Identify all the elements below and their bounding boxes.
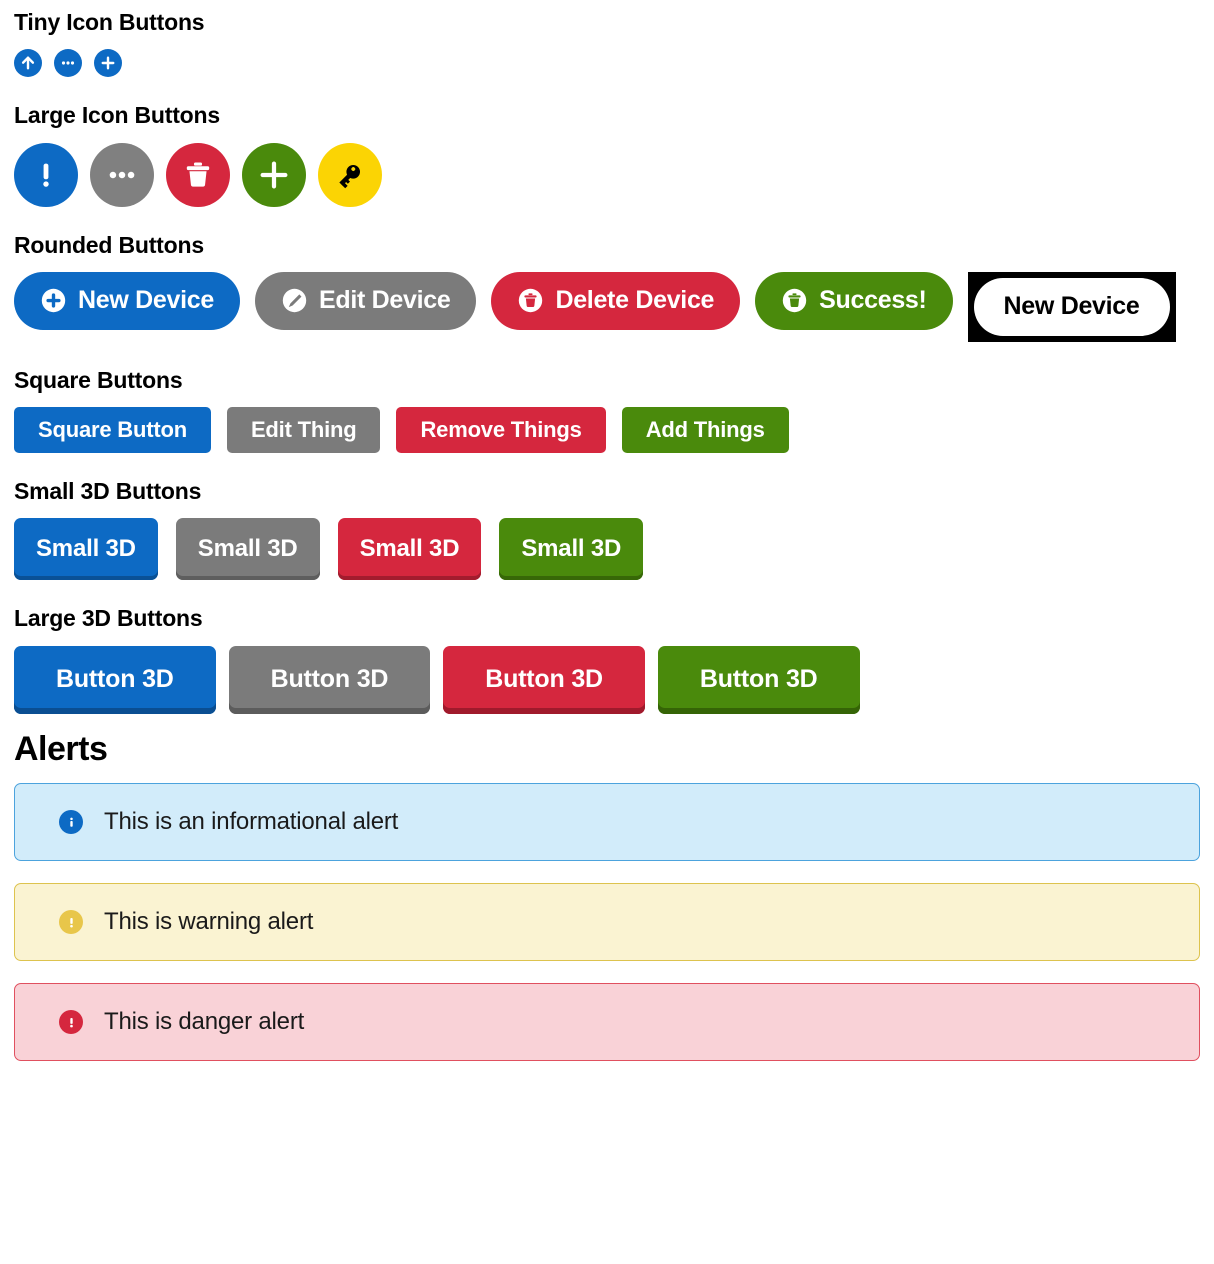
section-alerts: Alerts This is an informational alert Th… bbox=[14, 729, 1200, 1062]
key-icon bbox=[334, 159, 366, 191]
tiny-ellipsis-button[interactable] bbox=[54, 49, 82, 78]
alert-info: This is an informational alert bbox=[14, 783, 1200, 862]
inverse-button-backdrop: New Device bbox=[967, 271, 1176, 342]
large-key-button[interactable] bbox=[318, 142, 382, 207]
large-3d-button-row: Button 3D Button 3D Button 3D Button 3D bbox=[14, 645, 1200, 714]
section-rounded-buttons: Rounded Buttons New Device Edit Device D… bbox=[14, 231, 1200, 342]
small-3d-button-gray[interactable]: Small 3D bbox=[175, 518, 320, 581]
small-3d-button-green-label: Small 3D bbox=[521, 535, 622, 563]
large-3d-button-green[interactable]: Button 3D bbox=[657, 645, 860, 714]
large-3d-button-blue[interactable]: Button 3D bbox=[14, 645, 216, 714]
large-trash-button[interactable] bbox=[166, 142, 230, 207]
square-button-label: Square Button bbox=[38, 417, 187, 443]
section-title-rounded-buttons: Rounded Buttons bbox=[14, 231, 204, 258]
small-3d-button-red[interactable]: Small 3D bbox=[337, 518, 482, 581]
success-button[interactable]: Success! bbox=[755, 271, 953, 330]
plus-circle-icon bbox=[40, 287, 67, 314]
section-title-small-3d-buttons: Small 3D Buttons bbox=[14, 478, 202, 505]
add-things-button[interactable]: Add Things bbox=[621, 407, 789, 454]
plus-icon bbox=[257, 158, 291, 192]
section-title-square-buttons: Square Buttons bbox=[14, 366, 183, 393]
alert-warning-text: This is warning alert bbox=[104, 908, 314, 936]
alerts-heading: Alerts bbox=[14, 729, 108, 768]
large-3d-button-gray[interactable]: Button 3D bbox=[228, 645, 431, 714]
alert-danger-text: This is danger alert bbox=[104, 1008, 305, 1036]
large-3d-button-green-label: Button 3D bbox=[699, 665, 818, 694]
small-3d-button-green[interactable]: Small 3D bbox=[499, 518, 644, 581]
exclamation-icon bbox=[29, 158, 63, 192]
section-square-buttons: Square Buttons Square Button Edit Thing … bbox=[14, 366, 1200, 454]
square-button[interactable]: Square Button bbox=[14, 407, 211, 454]
alert-danger: This is danger alert bbox=[14, 983, 1200, 1062]
success-button-label: Success! bbox=[819, 286, 927, 315]
section-title-large-icon-buttons: Large Icon Buttons bbox=[14, 102, 220, 129]
section-title-tiny-icon-buttons: Tiny Icon Buttons bbox=[14, 9, 205, 35]
large-3d-button-red[interactable]: Button 3D bbox=[443, 645, 645, 714]
pencil-circle-icon bbox=[281, 287, 308, 314]
add-things-button-label: Add Things bbox=[645, 417, 765, 443]
edit-thing-button[interactable]: Edit Thing bbox=[226, 407, 381, 454]
tiny-arrow-up-button[interactable] bbox=[14, 49, 42, 78]
large-3d-button-red-label: Button 3D bbox=[485, 665, 603, 694]
edit-device-button[interactable]: Edit Device bbox=[254, 271, 477, 330]
small-3d-button-gray-label: Small 3D bbox=[197, 535, 298, 563]
tiny-icon-button-row bbox=[14, 49, 1200, 78]
rounded-button-row: New Device Edit Device Delete Device Suc… bbox=[14, 271, 1200, 342]
large-plus-button[interactable] bbox=[242, 142, 306, 207]
delete-device-button[interactable]: Delete Device bbox=[491, 271, 741, 330]
large-ellipsis-button[interactable] bbox=[90, 142, 154, 207]
trash-circle-icon bbox=[517, 287, 544, 314]
remove-things-button[interactable]: Remove Things bbox=[396, 407, 606, 454]
small-3d-button-row: Small 3D Small 3D Small 3D Small 3D bbox=[14, 518, 1200, 581]
small-3d-button-blue-label: Small 3D bbox=[36, 535, 136, 563]
new-device-button[interactable]: New Device bbox=[14, 271, 240, 330]
button-gallery-page: Tiny Icon Buttons Large Icon Buttons Rou… bbox=[0, 0, 1214, 1062]
edit-thing-button-label: Edit Thing bbox=[250, 417, 357, 443]
section-large-3d-buttons: Large 3D Buttons Button 3D Button 3D But… bbox=[14, 605, 1200, 714]
trash-icon bbox=[182, 159, 214, 191]
square-button-row: Square Button Edit Thing Remove Things A… bbox=[14, 407, 1200, 454]
ellipsis-icon bbox=[59, 54, 77, 72]
section-large-icon-buttons: Large Icon Buttons bbox=[14, 102, 1200, 207]
small-3d-button-red-label: Small 3D bbox=[359, 535, 460, 563]
large-icon-button-row bbox=[14, 142, 1200, 207]
arrow-up-icon bbox=[19, 54, 37, 72]
section-small-3d-buttons: Small 3D Buttons Small 3D Small 3D Small… bbox=[14, 478, 1200, 581]
warning-icon bbox=[59, 910, 83, 935]
danger-icon bbox=[59, 1010, 83, 1035]
new-device-inverse-button[interactable]: New Device bbox=[973, 277, 1170, 336]
large-3d-button-gray-label: Button 3D bbox=[270, 665, 389, 694]
delete-device-button-label: Delete Device bbox=[555, 286, 715, 315]
section-title-large-3d-buttons: Large 3D Buttons bbox=[14, 605, 203, 632]
tiny-plus-button[interactable] bbox=[94, 49, 122, 78]
alert-info-text: This is an informational alert bbox=[104, 808, 399, 836]
small-3d-button-blue[interactable]: Small 3D bbox=[14, 518, 158, 581]
plus-icon bbox=[99, 54, 117, 72]
ellipsis-icon bbox=[105, 158, 139, 192]
alert-warning: This is warning alert bbox=[14, 883, 1200, 962]
section-tiny-icon-buttons: Tiny Icon Buttons bbox=[14, 9, 1200, 78]
new-device-button-label: New Device bbox=[78, 286, 214, 315]
remove-things-button-label: Remove Things bbox=[420, 417, 582, 443]
trash-circle-icon bbox=[781, 287, 808, 314]
new-device-inverse-button-label: New Device bbox=[1003, 292, 1140, 321]
info-icon bbox=[59, 810, 83, 835]
large-exclamation-button[interactable] bbox=[14, 142, 78, 207]
large-3d-button-blue-label: Button 3D bbox=[56, 665, 174, 694]
edit-device-button-label: Edit Device bbox=[318, 286, 451, 315]
